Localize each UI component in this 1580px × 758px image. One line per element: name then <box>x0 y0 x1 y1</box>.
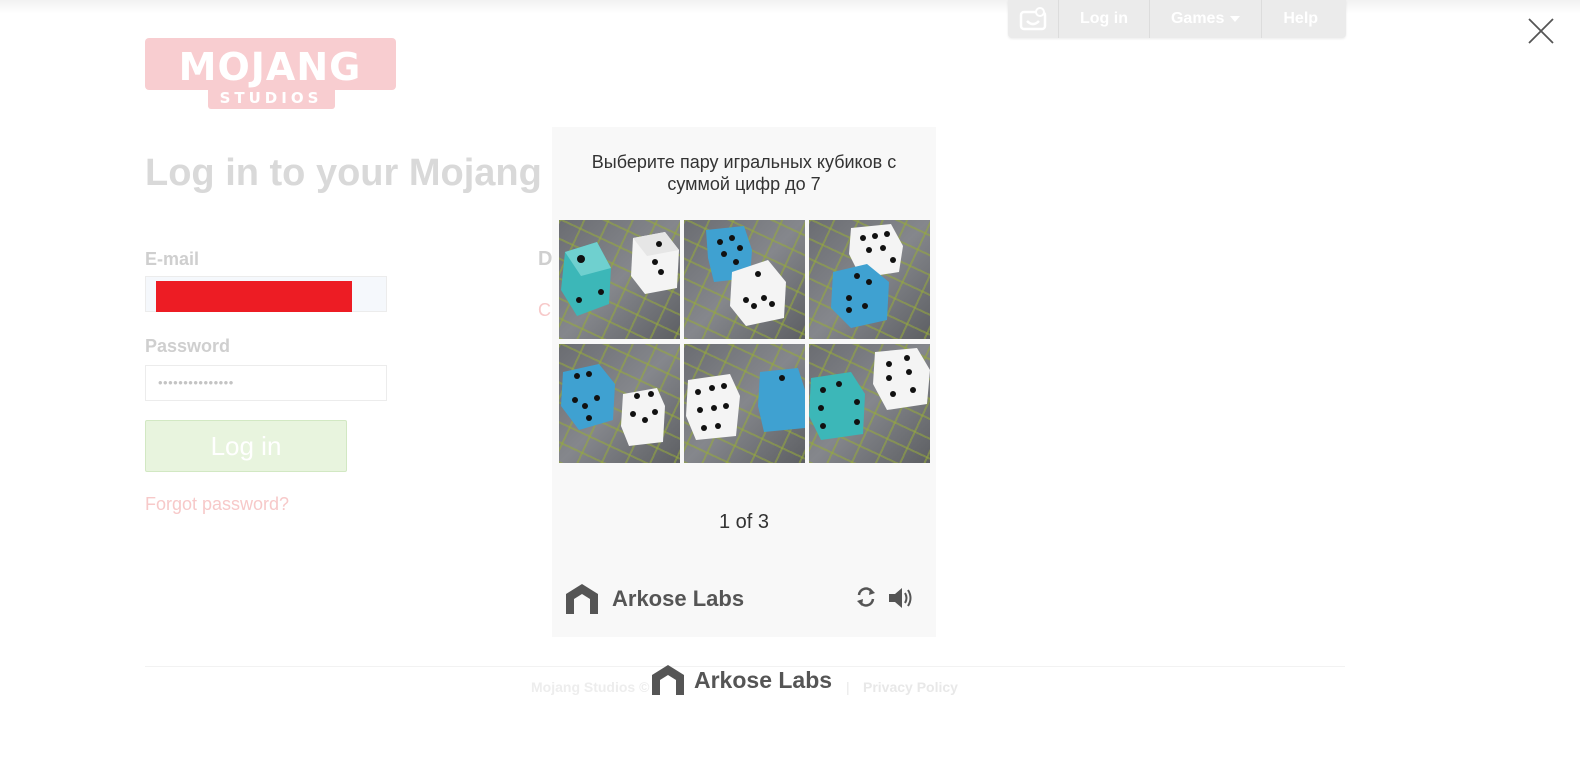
footer-separator: | <box>846 679 850 695</box>
footer-copyright: Mojang Studios © <box>531 679 650 695</box>
captcha-tile-3[interactable] <box>809 220 930 339</box>
password-mask: ••••••••••••••• <box>158 375 234 390</box>
arkose-logo-icon <box>652 665 684 695</box>
captcha-image-grid <box>559 220 931 463</box>
captcha-prompt: Выберите пару игральных кубиков с суммой… <box>591 152 897 194</box>
mojang-studios-logo[interactable]: MOJANG STUDIOS <box>145 38 396 109</box>
nav-help-link[interactable]: Help <box>1262 0 1339 38</box>
nav-help-label: Help <box>1283 10 1319 27</box>
nav-home-icon[interactable] <box>1008 0 1059 38</box>
arkose-brand: Arkose Labs <box>564 582 744 616</box>
captcha-modal: Выберите пару игральных кубиков с суммой… <box>552 127 936 637</box>
privacy-policy-link[interactable]: Privacy Policy <box>863 679 958 695</box>
audio-icon[interactable] <box>887 586 915 615</box>
captcha-counter: 1 of 3 <box>718 511 770 533</box>
chevron-down-icon <box>1230 16 1241 22</box>
captcha-tile-6[interactable] <box>809 344 930 463</box>
close-icon[interactable] <box>1526 16 1556 46</box>
email-field[interactable] <box>145 276 387 312</box>
captcha-tile-1[interactable] <box>559 220 680 339</box>
password-field[interactable]: ••••••••••••••• <box>145 365 387 401</box>
arkose-footer-brand: Arkose Labs <box>650 663 832 697</box>
forgot-password-link[interactable]: Forgot password? <box>145 494 289 515</box>
nav-login-label: Log in <box>1080 10 1128 27</box>
login-button[interactable]: Log in <box>145 420 347 472</box>
password-label: Password <box>145 336 231 356</box>
email-label: E-mail <box>145 249 200 269</box>
reload-icon[interactable] <box>855 586 877 613</box>
secondary-heading: D <box>538 248 553 270</box>
captcha-tile-2[interactable] <box>684 220 805 339</box>
logo-sub: STUDIOS <box>220 89 323 107</box>
captcha-tile-5[interactable] <box>684 344 805 463</box>
captcha-tile-4[interactable] <box>559 344 680 463</box>
arkose-logo-icon <box>566 584 598 614</box>
nav-login-link[interactable]: Log in <box>1059 0 1150 38</box>
secondary-link[interactable]: C <box>538 300 551 321</box>
redacted-email <box>156 281 352 312</box>
arkose-footer-text: Arkose Labs <box>694 666 833 693</box>
top-navigation: Log in Games Help <box>1008 0 1346 38</box>
logo-word: MOJANG <box>179 45 362 89</box>
arkose-brand-text: Arkose Labs <box>612 586 745 611</box>
nav-games-label: Games <box>1170 10 1225 27</box>
nav-games-dropdown[interactable]: Games <box>1150 0 1263 38</box>
page-title: Log in to your Mojang Studios account <box>145 152 550 194</box>
